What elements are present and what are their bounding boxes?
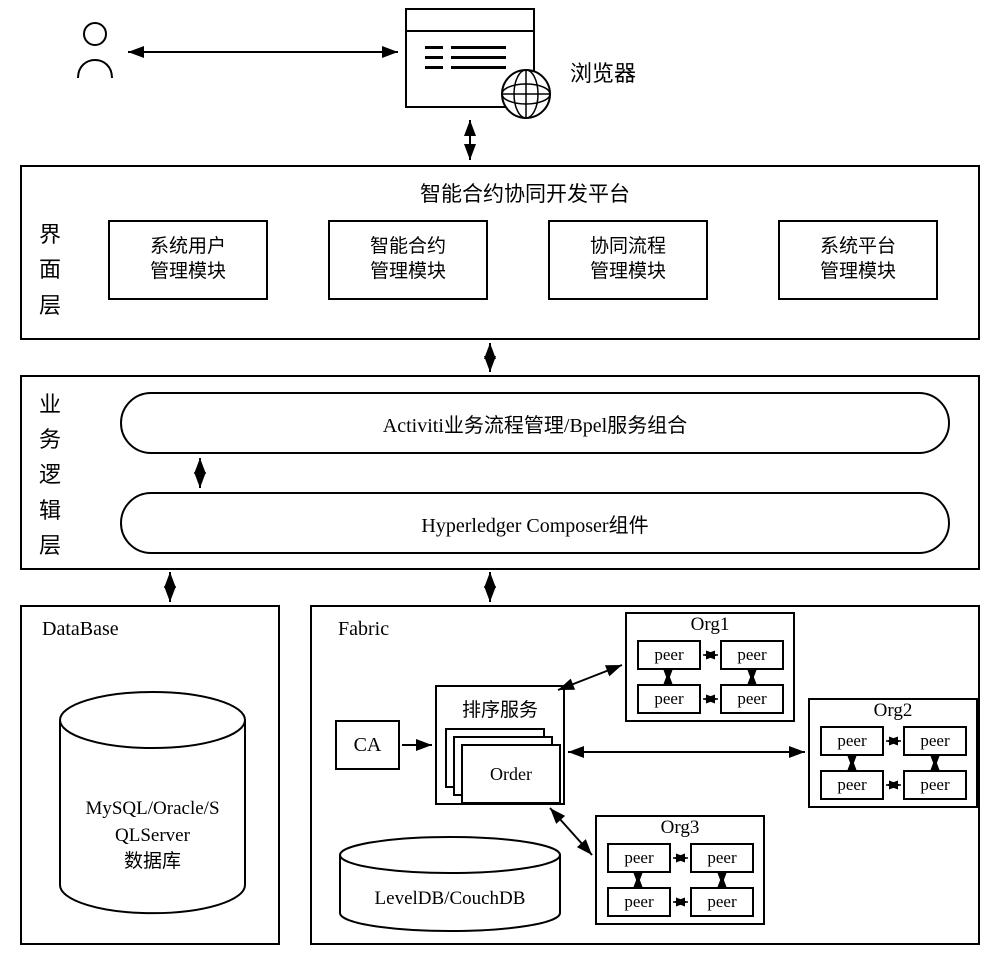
module-line2: 管理模块 (590, 260, 666, 285)
order-box: Order (461, 744, 561, 804)
org2-peer-0: peer (820, 726, 884, 756)
org2-peer-1: peer (903, 726, 967, 756)
module-line1: 智能合约 (370, 235, 446, 260)
ui-layer-title: 智能合约协同开发平台 (100, 178, 950, 208)
diagram-canvas: 浏览器 界面层 智能合约协同开发平台 系统用户 管理模块 智能合约 管理模块 协… (0, 0, 1000, 973)
org3-peer-3: peer (690, 887, 754, 917)
org1-peer-2: peer (637, 684, 701, 714)
org3-peer-0: peer (607, 843, 671, 873)
globe-icon (500, 68, 552, 120)
module-contract-mgmt: 智能合约 管理模块 (328, 220, 488, 300)
org1-peer-3: peer (720, 684, 784, 714)
module-line2: 管理模块 (820, 260, 896, 285)
activiti-bpel-box: Activiti业务流程管理/Bpel服务组合 (120, 392, 950, 454)
module-line2: 管理模块 (370, 260, 446, 285)
ledger-db-label: LevelDB/CouchDB (345, 888, 555, 910)
module-user-mgmt: 系统用户 管理模块 (108, 220, 268, 300)
org1-peer-1: peer (720, 640, 784, 670)
fabric-title: Fabric (338, 618, 389, 641)
hyperledger-composer-box: Hyperledger Composer组件 (120, 492, 950, 554)
org1-title: Org1 (625, 614, 795, 636)
module-process-mgmt: 协同流程 管理模块 (548, 220, 708, 300)
db-text-l2: QLServer (115, 823, 190, 850)
org2-peer-2: peer (820, 770, 884, 800)
browser-label: 浏览器 (570, 56, 636, 88)
db-text-l3: 数据库 (124, 849, 181, 876)
logic-layer-side-label: 业务逻辑层 (35, 390, 65, 560)
module-line1: 系统平台 (820, 235, 896, 260)
org1-peer-0: peer (637, 640, 701, 670)
ca-box: CA (335, 720, 400, 770)
db-text-l1: MySQL/Oracle/S (85, 796, 219, 823)
org3-title: Org3 (595, 817, 765, 839)
module-platform-mgmt: 系统平台 管理模块 (778, 220, 938, 300)
orderer-title: 排序服务 (450, 695, 550, 722)
org2-title: Org2 (808, 700, 978, 722)
org2-peer-3: peer (903, 770, 967, 800)
user-icon (70, 20, 120, 80)
database-title: DataBase (42, 618, 119, 641)
org3-peer-1: peer (690, 843, 754, 873)
module-line2: 管理模块 (150, 260, 226, 285)
ui-layer-side-label: 界面层 (35, 200, 65, 340)
org3-peer-2: peer (607, 887, 671, 917)
ledger-db-cylinder-icon (335, 835, 565, 935)
module-line1: 协同流程 (590, 235, 666, 260)
database-text: MySQL/Oracle/S QLServer 数据库 (60, 790, 245, 882)
module-line1: 系统用户 (150, 235, 226, 260)
